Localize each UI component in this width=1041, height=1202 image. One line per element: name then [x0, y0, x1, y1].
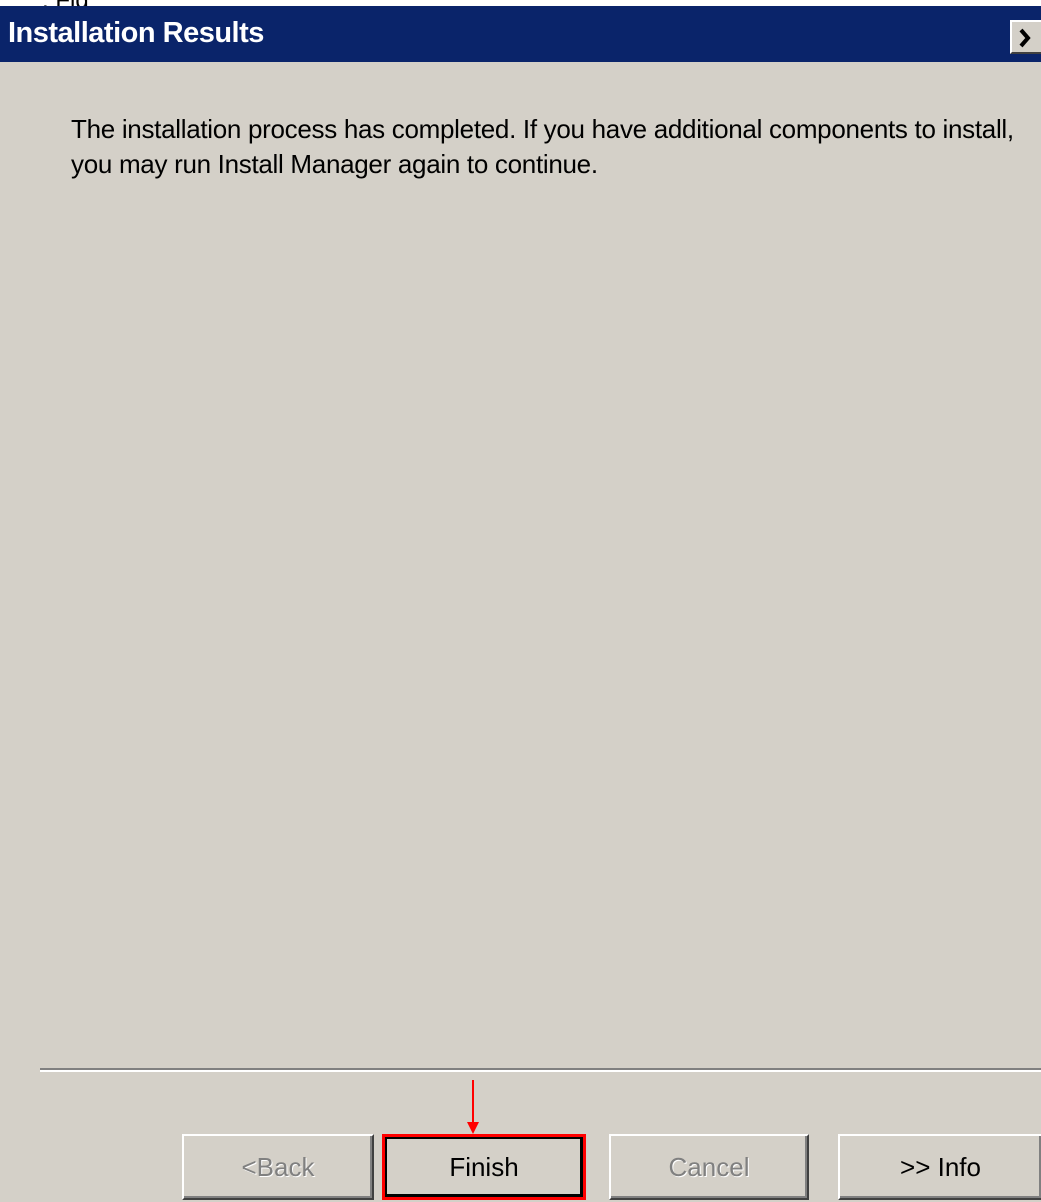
back-button[interactable]: <Back [182, 1134, 374, 1200]
installation-results-dialog: , Fig Installation Results The installat… [0, 0, 1041, 1202]
finish-button[interactable]: Finish [382, 1134, 586, 1200]
annotation-arrow-icon [467, 1080, 479, 1134]
completion-message: The installation process has completed. … [71, 114, 1014, 179]
close-x-icon [1019, 28, 1031, 48]
info-button[interactable]: >> Info [838, 1134, 1041, 1200]
window-title: Installation Results [8, 17, 264, 49]
close-button[interactable] [1010, 20, 1041, 54]
title-bar: Installation Results [0, 6, 1041, 62]
button-separator [40, 1068, 1041, 1072]
cancel-button[interactable]: Cancel [609, 1134, 809, 1200]
